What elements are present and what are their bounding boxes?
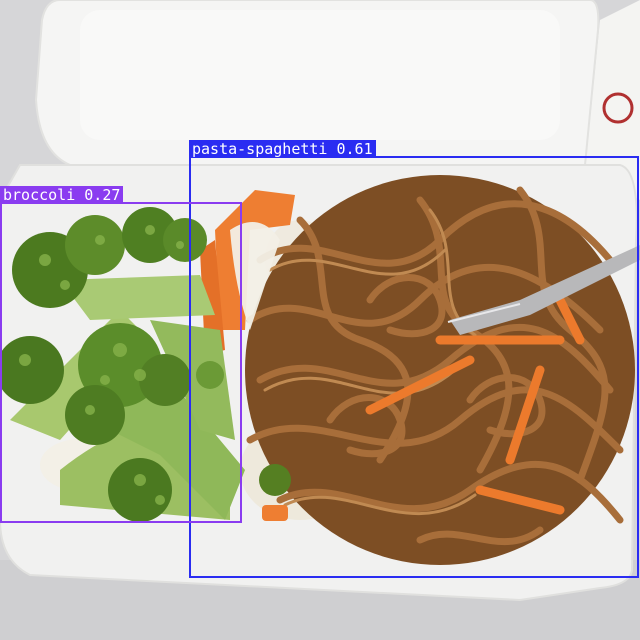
detection-box-broccoli: broccoli 0.27: [0, 186, 242, 523]
lid-inner: [80, 10, 560, 140]
detection-box-pasta-spaghetti: pasta-spaghetti 0.61: [189, 140, 639, 578]
detection-label-broccoli: broccoli 0.27: [0, 186, 124, 204]
detection-label-pasta-spaghetti: pasta-spaghetti 0.61: [189, 140, 376, 158]
